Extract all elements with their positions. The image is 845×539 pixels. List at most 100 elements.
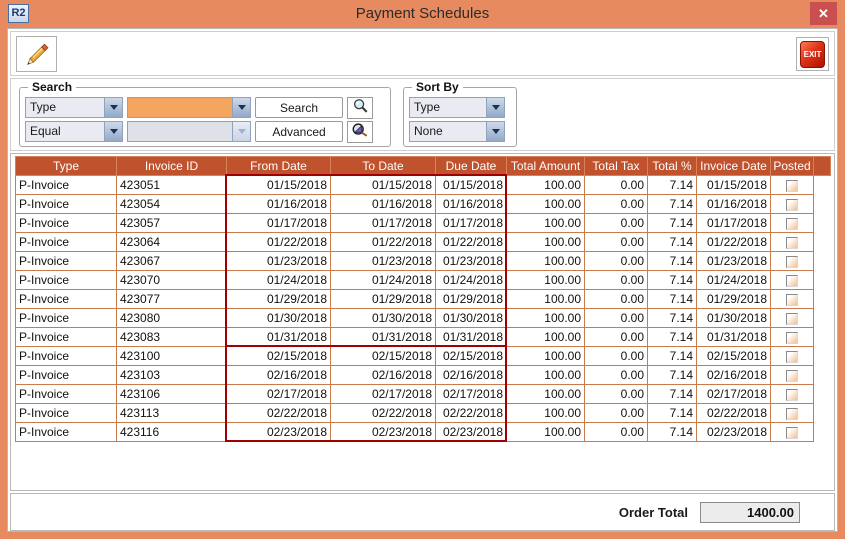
table-row[interactable]: P-Invoice42306701/23/201801/23/201801/23… <box>16 252 831 271</box>
posted-checkbox[interactable] <box>786 237 798 249</box>
cell-to_date: 01/24/2018 <box>331 271 436 290</box>
col-header-from_date[interactable]: From Date <box>227 157 331 176</box>
posted-checkbox[interactable] <box>786 332 798 344</box>
table-row[interactable]: P-Invoice42308001/30/201801/30/201801/30… <box>16 309 831 328</box>
table-row[interactable]: P-Invoice42305401/16/201801/16/201801/16… <box>16 195 831 214</box>
cell-to_date: 02/17/2018 <box>331 385 436 404</box>
posted-checkbox[interactable] <box>786 199 798 211</box>
cell-posted <box>771 271 814 290</box>
chevron-down-icon[interactable] <box>104 122 122 141</box>
cell-total_pct: 7.14 <box>648 385 697 404</box>
cell-to_date: 02/15/2018 <box>331 347 436 366</box>
cell-total_amount: 100.00 <box>507 233 585 252</box>
search-value2-text <box>128 122 232 141</box>
cell-total_amount: 100.00 <box>507 309 585 328</box>
cell-filler <box>814 176 831 195</box>
cell-total_amount: 100.00 <box>507 290 585 309</box>
advanced-search-icon-button[interactable] <box>347 121 373 143</box>
advanced-button[interactable]: Advanced <box>255 121 343 142</box>
cell-posted <box>771 309 814 328</box>
cell-type: P-Invoice <box>16 271 117 290</box>
exit-button[interactable]: EXIT <box>800 41 825 68</box>
cell-due_date: 01/17/2018 <box>436 214 507 233</box>
chevron-down-icon[interactable] <box>486 122 504 141</box>
col-header-invoice_id[interactable]: Invoice ID <box>117 157 227 176</box>
table-row[interactable]: P-Invoice42307001/24/201801/24/201801/24… <box>16 271 831 290</box>
cell-type: P-Invoice <box>16 347 117 366</box>
cell-to_date: 02/23/2018 <box>331 423 436 442</box>
search-button[interactable]: Search <box>255 97 343 118</box>
posted-checkbox[interactable] <box>786 256 798 268</box>
posted-checkbox[interactable] <box>786 351 798 363</box>
col-header-total_pct[interactable]: Total % <box>648 157 697 176</box>
cell-invoice_id: 423106 <box>117 385 227 404</box>
cell-total_amount: 100.00 <box>507 328 585 347</box>
table-row[interactable]: P-Invoice42311602/23/201802/23/201802/23… <box>16 423 831 442</box>
cell-total_tax: 0.00 <box>585 366 648 385</box>
table-row[interactable]: P-Invoice42308301/31/201801/31/201801/31… <box>16 328 831 347</box>
cell-due_date: 01/16/2018 <box>436 195 507 214</box>
cell-total_amount: 100.00 <box>507 423 585 442</box>
table-row[interactable]: P-Invoice42306401/22/201801/22/201801/22… <box>16 233 831 252</box>
window-title: Payment Schedules <box>0 0 845 28</box>
table-row[interactable]: P-Invoice42305701/17/201801/17/201801/17… <box>16 214 831 233</box>
cell-invoice_date: 02/16/2018 <box>697 366 771 385</box>
close-button[interactable]: ✕ <box>810 2 837 25</box>
table-row[interactable]: P-Invoice42307701/29/201801/29/201801/29… <box>16 290 831 309</box>
cell-invoice_date: 01/30/2018 <box>697 309 771 328</box>
col-header-due_date[interactable]: Due Date <box>436 157 507 176</box>
cell-type: P-Invoice <box>16 290 117 309</box>
posted-checkbox[interactable] <box>786 180 798 192</box>
cell-filler <box>814 328 831 347</box>
col-header-total_amount[interactable]: Total Amount <box>507 157 585 176</box>
order-total-label: Order Total <box>619 505 688 520</box>
cell-filler <box>814 233 831 252</box>
search-operator-select[interactable]: Equal <box>25 121 123 142</box>
table-row[interactable]: P-Invoice42310602/17/201802/17/201802/17… <box>16 385 831 404</box>
posted-checkbox[interactable] <box>786 370 798 382</box>
cell-from_date: 01/17/2018 <box>227 214 331 233</box>
cell-total_amount: 100.00 <box>507 404 585 423</box>
cell-invoice_id: 423070 <box>117 271 227 290</box>
cell-total_pct: 7.14 <box>648 347 697 366</box>
sort-secondary-select[interactable]: None <box>409 121 505 142</box>
posted-checkbox[interactable] <box>786 218 798 230</box>
cell-type: P-Invoice <box>16 366 117 385</box>
posted-checkbox[interactable] <box>786 389 798 401</box>
posted-checkbox[interactable] <box>786 313 798 325</box>
chevron-down-icon[interactable] <box>232 98 250 117</box>
cell-invoice_date: 01/15/2018 <box>697 176 771 195</box>
cell-invoice_id: 423057 <box>117 214 227 233</box>
col-header-type[interactable]: Type <box>16 157 117 176</box>
edit-button[interactable] <box>16 36 57 72</box>
posted-checkbox[interactable] <box>786 294 798 306</box>
cell-due_date: 02/16/2018 <box>436 366 507 385</box>
table-row[interactable]: P-Invoice42311302/22/201802/22/201802/22… <box>16 404 831 423</box>
table-row[interactable]: P-Invoice42305101/15/201801/15/201801/15… <box>16 176 831 195</box>
posted-checkbox[interactable] <box>786 427 798 439</box>
cell-due_date: 01/31/2018 <box>436 328 507 347</box>
cell-due_date: 01/24/2018 <box>436 271 507 290</box>
col-header-to_date[interactable]: To Date <box>331 157 436 176</box>
table-row[interactable]: P-Invoice42310002/15/201802/15/201802/15… <box>16 347 831 366</box>
cell-posted <box>771 290 814 309</box>
cell-posted <box>771 195 814 214</box>
cell-total_tax: 0.00 <box>585 290 648 309</box>
sort-primary-select[interactable]: Type <box>409 97 505 118</box>
search-icon-button[interactable] <box>347 97 373 119</box>
search-value-select[interactable] <box>127 97 251 118</box>
col-header-total_tax[interactable]: Total Tax <box>585 157 648 176</box>
cell-invoice_id: 423083 <box>117 328 227 347</box>
col-header-posted[interactable]: Posted <box>771 157 814 176</box>
col-header-invoice_date[interactable]: Invoice Date <box>697 157 771 176</box>
posted-checkbox[interactable] <box>786 408 798 420</box>
table-row[interactable]: P-Invoice42310302/16/201802/16/201802/16… <box>16 366 831 385</box>
cell-to_date: 01/23/2018 <box>331 252 436 271</box>
chevron-down-icon[interactable] <box>486 98 504 117</box>
cell-posted <box>771 252 814 271</box>
cell-due_date: 02/22/2018 <box>436 404 507 423</box>
chevron-down-icon[interactable] <box>104 98 122 117</box>
cell-invoice_id: 423067 <box>117 252 227 271</box>
posted-checkbox[interactable] <box>786 275 798 287</box>
search-field-select[interactable]: Type <box>25 97 123 118</box>
